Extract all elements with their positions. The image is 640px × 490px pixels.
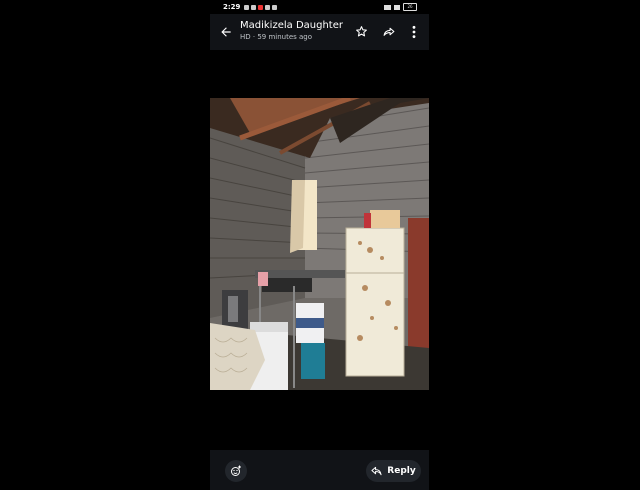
bottom-action-bar: Reply [210,450,429,490]
forward-icon[interactable] [382,25,396,38]
notification-icon [251,4,257,10]
reply-label: Reply [387,466,416,476]
chat-title: Madikizela Daughter [240,20,343,31]
kitchen-photo-image [210,98,429,390]
more-vertical-icon[interactable] [411,25,417,39]
back-arrow-icon[interactable] [219,25,233,39]
battery-icon: 26 [403,3,417,11]
status-bar: 2:29 26 [210,0,429,14]
notification-icon [244,4,250,10]
wifi-icon [394,4,400,10]
signal-icon [384,4,391,10]
media-subtitle: HD · 59 minutes ago [240,33,313,41]
notification-icons [244,4,278,10]
media-photo[interactable] [210,98,429,390]
add-reaction-button[interactable] [225,460,247,482]
notification-icon [258,4,264,10]
reply-button[interactable]: Reply [366,460,421,482]
status-time: 2:29 [223,3,241,11]
reply-icon [371,466,382,476]
add-reaction-icon [231,465,241,476]
star-icon[interactable] [355,25,368,38]
system-icons: 26 [384,3,417,11]
app-bar: Madikizela Daughter HD · 59 minutes ago [210,14,429,50]
notification-icon [272,4,278,10]
notification-icon [265,4,271,10]
